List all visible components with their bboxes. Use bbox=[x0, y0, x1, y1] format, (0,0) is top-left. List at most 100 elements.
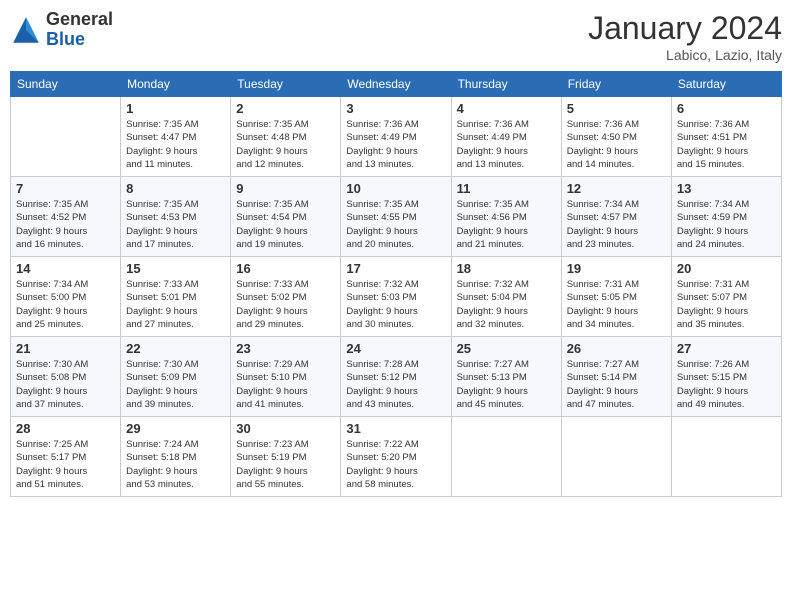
calendar-cell: 16 Sunrise: 7:33 AMSunset: 5:02 PMDayligh… bbox=[231, 257, 341, 337]
calendar-cell: 12 Sunrise: 7:34 AMSunset: 4:57 PMDayligh… bbox=[561, 177, 671, 257]
day-number: 17 bbox=[346, 261, 445, 276]
day-info: Sunrise: 7:36 AMSunset: 4:49 PMDaylight:… bbox=[457, 118, 556, 171]
day-info: Sunrise: 7:34 AMSunset: 5:00 PMDaylight:… bbox=[16, 278, 115, 331]
logo: General Blue bbox=[10, 10, 113, 50]
day-number: 6 bbox=[677, 101, 776, 116]
day-number: 4 bbox=[457, 101, 556, 116]
calendar-cell: 21 Sunrise: 7:30 AMSunset: 5:08 PMDayligh… bbox=[11, 337, 121, 417]
calendar-cell: 28 Sunrise: 7:25 AMSunset: 5:17 PMDayligh… bbox=[11, 417, 121, 497]
day-info: Sunrise: 7:23 AMSunset: 5:19 PMDaylight:… bbox=[236, 438, 335, 491]
day-number: 20 bbox=[677, 261, 776, 276]
day-number: 12 bbox=[567, 181, 666, 196]
day-info: Sunrise: 7:30 AMSunset: 5:08 PMDaylight:… bbox=[16, 358, 115, 411]
calendar-cell: 8 Sunrise: 7:35 AMSunset: 4:53 PMDaylight… bbox=[121, 177, 231, 257]
calendar-cell: 26Sunrise: 7:27 AMSunset: 5:14 PMDayligh… bbox=[561, 337, 671, 417]
day-info: Sunrise: 7:35 AMSunset: 4:48 PMDaylight:… bbox=[236, 118, 335, 171]
calendar-cell: 17 Sunrise: 7:32 AMSunset: 5:03 PMDayligh… bbox=[341, 257, 451, 337]
col-saturday: Saturday bbox=[671, 72, 781, 97]
calendar-cell: 4 Sunrise: 7:36 AMSunset: 4:49 PMDaylight… bbox=[451, 97, 561, 177]
calendar-cell: 18 Sunrise: 7:32 AMSunset: 5:04 PMDayligh… bbox=[451, 257, 561, 337]
page: General Blue January 2024 Labico, Lazio,… bbox=[0, 0, 792, 612]
calendar-cell bbox=[671, 417, 781, 497]
day-number: 18 bbox=[457, 261, 556, 276]
calendar-cell: 25 Sunrise: 7:27 AMSunset: 5:13 PMDayligh… bbox=[451, 337, 561, 417]
day-number: 24 bbox=[346, 341, 445, 356]
day-number: 21 bbox=[16, 341, 115, 356]
logo-icon bbox=[10, 14, 42, 46]
day-info: Sunrise: 7:31 AMSunset: 5:07 PMDaylight:… bbox=[677, 278, 776, 331]
calendar-cell: 27Sunrise: 7:26 AMSunset: 5:15 PMDayligh… bbox=[671, 337, 781, 417]
day-number: 31 bbox=[346, 421, 445, 436]
calendar-cell: 24Sunrise: 7:28 AMSunset: 5:12 PMDayligh… bbox=[341, 337, 451, 417]
day-number: 27 bbox=[677, 341, 776, 356]
day-info: Sunrise: 7:35 AMSunset: 4:53 PMDaylight:… bbox=[126, 198, 225, 251]
header: General Blue January 2024 Labico, Lazio,… bbox=[10, 10, 782, 63]
day-number: 2 bbox=[236, 101, 335, 116]
day-number: 28 bbox=[16, 421, 115, 436]
day-number: 19 bbox=[567, 261, 666, 276]
day-number: 8 bbox=[126, 181, 225, 196]
week-row-4: 21 Sunrise: 7:30 AMSunset: 5:08 PMDayligh… bbox=[11, 337, 782, 417]
day-info: Sunrise: 7:27 AMSunset: 5:13 PMDaylight:… bbox=[457, 358, 556, 411]
col-monday: Monday bbox=[121, 72, 231, 97]
day-info: Sunrise: 7:22 AMSunset: 5:20 PMDaylight:… bbox=[346, 438, 445, 491]
calendar-header-row: Sunday Monday Tuesday Wednesday Thursday… bbox=[11, 72, 782, 97]
col-thursday: Thursday bbox=[451, 72, 561, 97]
day-info: Sunrise: 7:35 AMSunset: 4:55 PMDaylight:… bbox=[346, 198, 445, 251]
day-info: Sunrise: 7:35 AMSunset: 4:54 PMDaylight:… bbox=[236, 198, 335, 251]
week-row-3: 14Sunrise: 7:34 AMSunset: 5:00 PMDayligh… bbox=[11, 257, 782, 337]
day-number: 16 bbox=[236, 261, 335, 276]
day-number: 1 bbox=[126, 101, 225, 116]
calendar-cell: 2 Sunrise: 7:35 AMSunset: 4:48 PMDaylight… bbox=[231, 97, 341, 177]
day-number: 13 bbox=[677, 181, 776, 196]
week-row-1: 1Sunrise: 7:35 AMSunset: 4:47 PMDaylight… bbox=[11, 97, 782, 177]
day-number: 25 bbox=[457, 341, 556, 356]
calendar-cell: 13 Sunrise: 7:34 AMSunset: 4:59 PMDayligh… bbox=[671, 177, 781, 257]
col-friday: Friday bbox=[561, 72, 671, 97]
calendar-cell: 14Sunrise: 7:34 AMSunset: 5:00 PMDayligh… bbox=[11, 257, 121, 337]
day-info: Sunrise: 7:30 AMSunset: 5:09 PMDaylight:… bbox=[126, 358, 225, 411]
day-number: 9 bbox=[236, 181, 335, 196]
calendar-cell: 20 Sunrise: 7:31 AMSunset: 5:07 PMDayligh… bbox=[671, 257, 781, 337]
calendar-body: 1Sunrise: 7:35 AMSunset: 4:47 PMDaylight… bbox=[11, 97, 782, 497]
calendar-cell: 22Sunrise: 7:30 AMSunset: 5:09 PMDayligh… bbox=[121, 337, 231, 417]
day-info: Sunrise: 7:24 AMSunset: 5:18 PMDaylight:… bbox=[126, 438, 225, 491]
day-info: Sunrise: 7:34 AMSunset: 4:57 PMDaylight:… bbox=[567, 198, 666, 251]
calendar-cell: 30 Sunrise: 7:23 AMSunset: 5:19 PMDayligh… bbox=[231, 417, 341, 497]
logo-blue: Blue bbox=[46, 29, 85, 49]
location: Labico, Lazio, Italy bbox=[588, 47, 782, 63]
calendar-cell: 10 Sunrise: 7:35 AMSunset: 4:55 PMDayligh… bbox=[341, 177, 451, 257]
day-info: Sunrise: 7:35 AMSunset: 4:56 PMDaylight:… bbox=[457, 198, 556, 251]
week-row-2: 7Sunrise: 7:35 AMSunset: 4:52 PMDaylight… bbox=[11, 177, 782, 257]
day-info: Sunrise: 7:25 AMSunset: 5:17 PMDaylight:… bbox=[16, 438, 115, 491]
day-info: Sunrise: 7:31 AMSunset: 5:05 PMDaylight:… bbox=[567, 278, 666, 331]
calendar-cell: 23Sunrise: 7:29 AMSunset: 5:10 PMDayligh… bbox=[231, 337, 341, 417]
day-info: Sunrise: 7:32 AMSunset: 5:04 PMDaylight:… bbox=[457, 278, 556, 331]
calendar-table: Sunday Monday Tuesday Wednesday Thursday… bbox=[10, 71, 782, 497]
day-info: Sunrise: 7:33 AMSunset: 5:02 PMDaylight:… bbox=[236, 278, 335, 331]
day-number: 10 bbox=[346, 181, 445, 196]
calendar-cell bbox=[561, 417, 671, 497]
title-block: January 2024 Labico, Lazio, Italy bbox=[588, 10, 782, 63]
col-tuesday: Tuesday bbox=[231, 72, 341, 97]
col-wednesday: Wednesday bbox=[341, 72, 451, 97]
day-number: 5 bbox=[567, 101, 666, 116]
calendar-cell: 19 Sunrise: 7:31 AMSunset: 5:05 PMDayligh… bbox=[561, 257, 671, 337]
calendar-cell bbox=[11, 97, 121, 177]
day-number: 11 bbox=[457, 181, 556, 196]
month-title: January 2024 bbox=[588, 10, 782, 47]
day-info: Sunrise: 7:35 AMSunset: 4:52 PMDaylight:… bbox=[16, 198, 115, 251]
day-number: 30 bbox=[236, 421, 335, 436]
calendar-cell bbox=[451, 417, 561, 497]
logo-general: General bbox=[46, 9, 113, 29]
calendar-cell: 9 Sunrise: 7:35 AMSunset: 4:54 PMDaylight… bbox=[231, 177, 341, 257]
day-info: Sunrise: 7:36 AMSunset: 4:50 PMDaylight:… bbox=[567, 118, 666, 171]
day-info: Sunrise: 7:34 AMSunset: 4:59 PMDaylight:… bbox=[677, 198, 776, 251]
calendar-cell: 1Sunrise: 7:35 AMSunset: 4:47 PMDaylight… bbox=[121, 97, 231, 177]
calendar-cell: 6 Sunrise: 7:36 AMSunset: 4:51 PMDaylight… bbox=[671, 97, 781, 177]
col-sunday: Sunday bbox=[11, 72, 121, 97]
day-info: Sunrise: 7:32 AMSunset: 5:03 PMDaylight:… bbox=[346, 278, 445, 331]
day-number: 23 bbox=[236, 341, 335, 356]
day-info: Sunrise: 7:36 AMSunset: 4:51 PMDaylight:… bbox=[677, 118, 776, 171]
day-number: 29 bbox=[126, 421, 225, 436]
